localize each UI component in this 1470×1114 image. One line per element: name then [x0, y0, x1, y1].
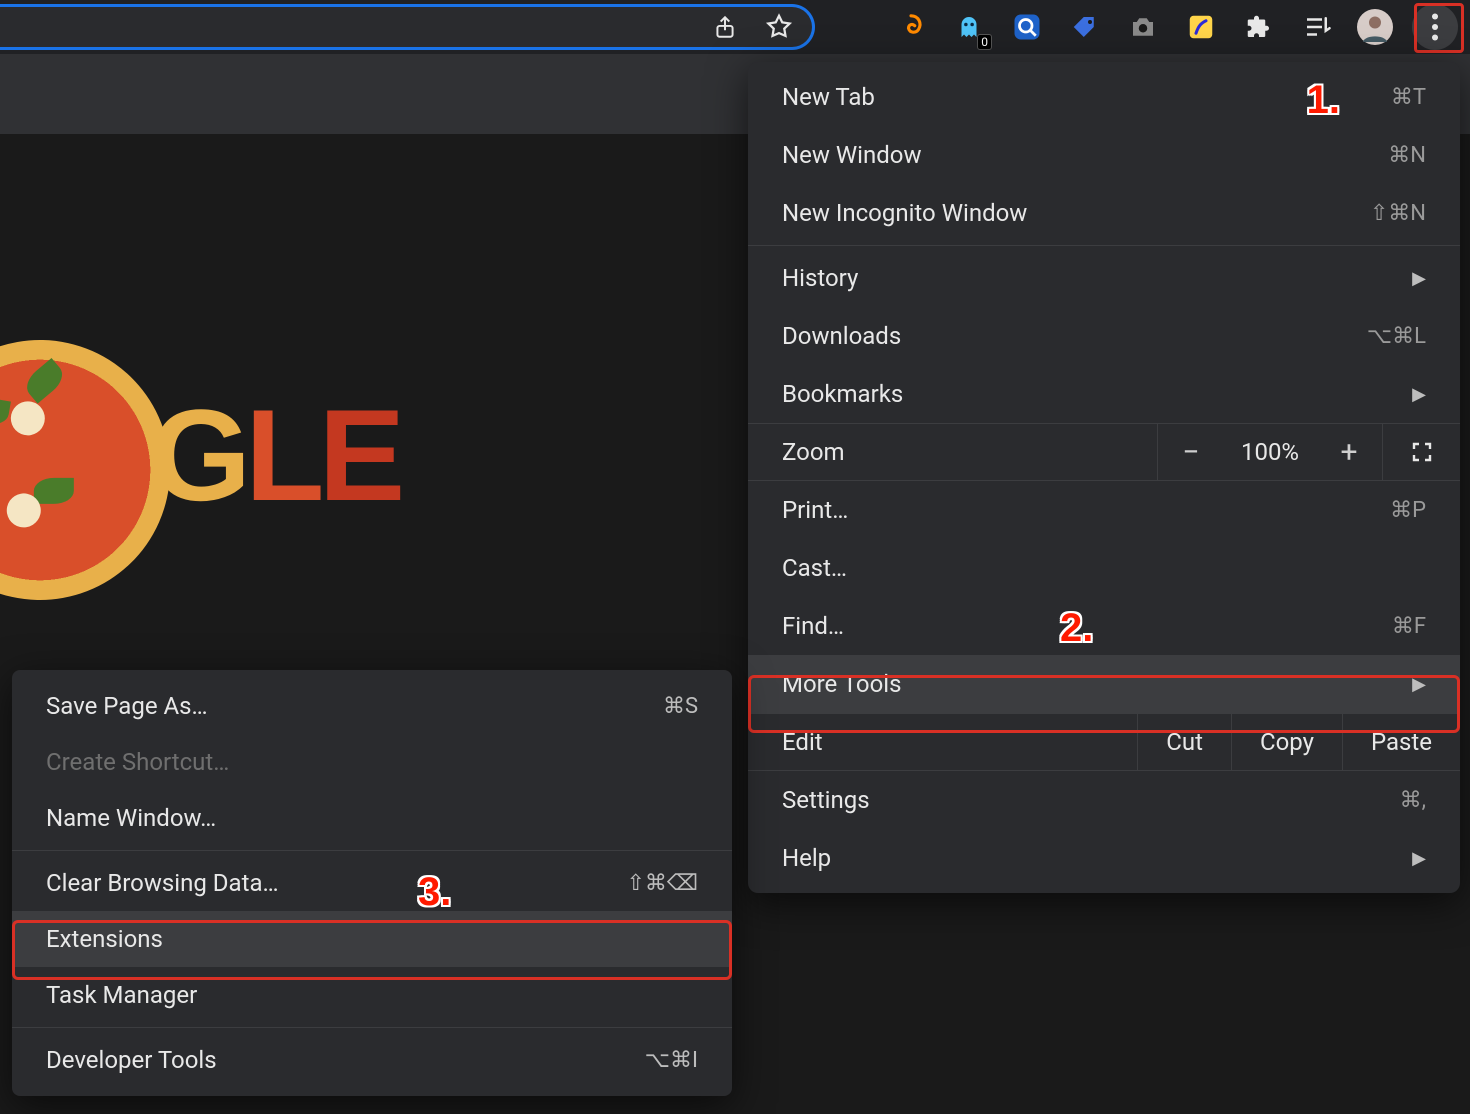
menu-zoom-row: Zoom − 100% + — [748, 423, 1460, 481]
shortcut-label: ⌥⌘I — [645, 1048, 698, 1073]
menu-item-label: Settings — [782, 786, 1400, 814]
menu-item-label: Help — [782, 844, 1402, 872]
menu-history[interactable]: History ▶ — [748, 249, 1460, 307]
extension-note-icon[interactable] — [1180, 6, 1222, 48]
menu-item-label: Save Page As… — [46, 692, 208, 720]
menu-item-label: Bookmarks — [782, 380, 1402, 408]
menu-item-label: Create Shortcut… — [46, 748, 229, 776]
zoom-in-button[interactable]: + — [1316, 435, 1382, 470]
edit-cut-button[interactable]: Cut — [1137, 714, 1231, 770]
shortcut-label: ⌘, — [1400, 788, 1426, 813]
reading-list-icon[interactable] — [1296, 6, 1338, 48]
submenu-create-shortcut: Create Shortcut… — [12, 734, 732, 790]
menu-separator — [12, 1027, 732, 1028]
fullscreen-button[interactable] — [1382, 424, 1460, 480]
menu-new-window[interactable]: New Window⌘N — [748, 126, 1460, 184]
share-icon[interactable] — [712, 14, 738, 40]
menu-item-label: Print… — [782, 496, 1390, 524]
submenu-task-manager[interactable]: Task Manager — [12, 967, 732, 1023]
shortcut-label: ⌘T — [1391, 85, 1426, 110]
menu-help[interactable]: Help ▶ — [748, 829, 1460, 887]
menu-find[interactable]: Find…⌘F — [748, 597, 1460, 655]
extension-swirl-icon[interactable] — [890, 6, 932, 48]
edit-copy-button[interactable]: Copy — [1231, 714, 1342, 770]
menu-separator — [12, 850, 732, 851]
shortcut-label: ⌘F — [1392, 614, 1426, 639]
menu-item-label: Name Window… — [46, 804, 216, 832]
extension-camera-icon[interactable] — [1122, 6, 1164, 48]
menu-item-label: Find… — [782, 612, 1392, 640]
star-icon[interactable] — [764, 12, 794, 42]
menu-edit-row: Edit Cut Copy Paste — [748, 713, 1460, 771]
submenu-name-window[interactable]: Name Window… — [12, 790, 732, 846]
chevron-right-icon: ▶ — [1412, 674, 1426, 695]
extensions-puzzle-icon[interactable] — [1238, 6, 1280, 48]
menu-separator — [748, 245, 1460, 246]
extension-ghost-icon[interactable]: 0 — [948, 6, 990, 48]
address-bar-right[interactable] — [0, 4, 815, 50]
zoom-value: 100% — [1224, 438, 1316, 466]
menu-downloads[interactable]: Downloads⌥⌘L — [748, 307, 1460, 365]
profile-avatar[interactable] — [1354, 6, 1396, 48]
menu-item-label: New Tab — [782, 83, 1391, 111]
shortcut-label: ⌘P — [1390, 498, 1426, 523]
google-doodle[interactable]: GLE — [0, 300, 350, 560]
submenu-developer-tools[interactable]: Developer Tools ⌥⌘I — [12, 1032, 732, 1088]
menu-item-label: New Window — [782, 141, 1388, 169]
chevron-right-icon: ▶ — [1412, 384, 1426, 405]
menu-item-label: Downloads — [782, 322, 1367, 350]
toolbar-extension-icons: 0 — [890, 0, 1458, 54]
menu-item-label: Clear Browsing Data… — [46, 869, 279, 897]
chevron-right-icon: ▶ — [1412, 848, 1426, 869]
chrome-menu-button[interactable] — [1412, 4, 1458, 50]
menu-bookmarks[interactable]: Bookmarks ▶ — [748, 365, 1460, 423]
shortcut-label: ⌥⌘L — [1367, 324, 1426, 349]
menu-new-incognito[interactable]: New Incognito Window⇧⌘N — [748, 184, 1460, 242]
more-tools-submenu: Save Page As… ⌘S Create Shortcut… Name Wi… — [12, 670, 732, 1096]
chrome-main-menu: New Tab⌘T New Window⌘N New Incognito Win… — [748, 62, 1460, 893]
menu-settings[interactable]: Settings⌘, — [748, 771, 1460, 829]
browser-toolbar: 0 — [0, 0, 1470, 54]
menu-item-label: Edit — [748, 728, 1137, 756]
extension-tag-icon[interactable] — [1064, 6, 1106, 48]
extension-search-icon[interactable] — [1006, 6, 1048, 48]
submenu-extensions[interactable]: Extensions — [12, 911, 732, 967]
submenu-save-page[interactable]: Save Page As… ⌘S — [12, 678, 732, 734]
submenu-clear-data[interactable]: Clear Browsing Data… ⇧⌘⌫ — [12, 855, 732, 911]
menu-item-label: Developer Tools — [46, 1046, 217, 1074]
doodle-letters: GLE — [150, 380, 399, 530]
zoom-out-button[interactable]: − — [1158, 435, 1224, 470]
menu-print[interactable]: Print…⌘P — [748, 481, 1460, 539]
shortcut-label: ⌘S — [663, 694, 698, 719]
chevron-right-icon: ▶ — [1412, 268, 1426, 289]
menu-item-label: History — [782, 264, 1402, 292]
shortcut-label: ⇧⌘⌫ — [626, 871, 698, 896]
menu-item-label: Zoom — [748, 438, 1157, 466]
menu-more-tools[interactable]: More Tools ▶ — [748, 655, 1460, 713]
menu-new-tab[interactable]: New Tab⌘T — [748, 68, 1460, 126]
menu-item-label: New Incognito Window — [782, 199, 1370, 227]
extension-badge: 0 — [977, 34, 992, 50]
menu-item-label: Extensions — [46, 925, 163, 953]
shortcut-label: ⇧⌘N — [1370, 201, 1426, 226]
menu-item-label: Task Manager — [46, 981, 197, 1009]
menu-cast[interactable]: Cast… — [748, 539, 1460, 597]
shortcut-label: ⌘N — [1388, 143, 1426, 168]
menu-item-label: More Tools — [782, 670, 1402, 698]
edit-paste-button[interactable]: Paste — [1342, 714, 1460, 770]
menu-item-label: Cast… — [782, 554, 1426, 582]
